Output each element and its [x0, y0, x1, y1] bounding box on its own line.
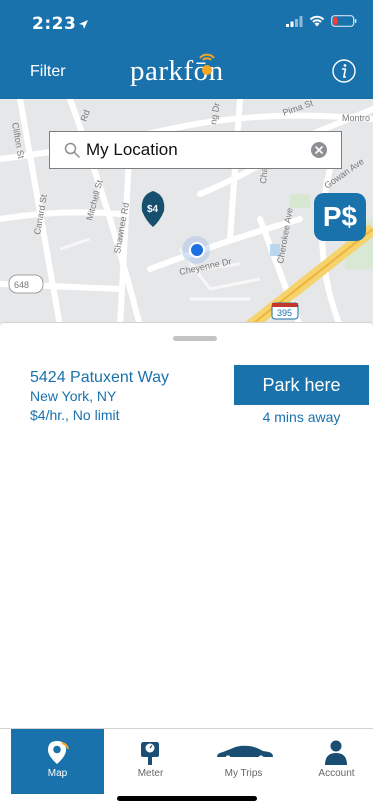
- filter-button[interactable]: Filter: [30, 63, 66, 81]
- sheet-grab-handle[interactable]: [173, 336, 217, 341]
- tab-meter-label: Meter: [137, 768, 164, 779]
- logo-dot-icon: [202, 65, 212, 75]
- search-input[interactable]: [86, 140, 296, 160]
- tab-account-label: Account: [318, 768, 355, 779]
- parking-marker-price: $4: [147, 204, 159, 215]
- status-icons: [286, 15, 357, 27]
- parkfon-logo: parkfōn: [130, 51, 270, 93]
- person-icon: [325, 740, 347, 765]
- status-time: 2:23: [32, 14, 89, 34]
- tab-my-trips-label: My Trips: [224, 768, 263, 779]
- parking-price-button[interactable]: P$: [314, 193, 366, 241]
- address-city: New York, NY: [30, 388, 117, 404]
- tab-map-label: Map: [47, 768, 68, 779]
- parking-rate: $4/hr., No limit: [30, 407, 120, 423]
- tab-meter[interactable]: Meter: [104, 729, 197, 794]
- app-header: Filter parkfōn: [0, 44, 373, 99]
- tab-map[interactable]: Map: [11, 729, 104, 794]
- clear-icon[interactable]: [311, 142, 327, 158]
- location-detail-sheet: 5424 Patuxent Way New York, NY $4/hr., N…: [0, 322, 373, 729]
- park-here-button[interactable]: Park here: [234, 365, 369, 405]
- location-search-box[interactable]: [49, 131, 342, 169]
- home-indicator: [117, 796, 257, 801]
- map-pin-icon: [48, 741, 69, 764]
- car-icon: [217, 745, 273, 761]
- search-icon: [64, 142, 80, 158]
- status-bar: 2:23: [0, 0, 373, 44]
- street-label: Montro: [342, 113, 370, 123]
- tab-account[interactable]: Account: [290, 729, 373, 794]
- parking-meter-icon: [141, 742, 159, 765]
- highway-label: 395: [277, 308, 292, 318]
- status-time-text: 2:23: [32, 14, 77, 34]
- address-street: 5424 Patuxent Way: [30, 369, 170, 386]
- wifi-icon: [309, 15, 325, 27]
- logo-signal-icon: [199, 53, 215, 61]
- location-arrow-icon: [79, 19, 89, 29]
- address-block: 5424 Patuxent Way New York, NY $4/hr., N…: [30, 368, 169, 425]
- distance-label: 4 mins away: [262, 409, 341, 425]
- parking-price-label: P$: [322, 201, 358, 232]
- tab-bar: Map Meter My Trips Account: [0, 728, 373, 806]
- tab-my-trips[interactable]: My Trips: [197, 729, 290, 794]
- battery-icon: [331, 15, 357, 27]
- signal-icon: [286, 15, 303, 27]
- route-label: 648: [14, 280, 29, 290]
- street-label: Cha: [258, 167, 269, 184]
- current-location-dot: [189, 242, 205, 258]
- info-icon[interactable]: [331, 58, 357, 84]
